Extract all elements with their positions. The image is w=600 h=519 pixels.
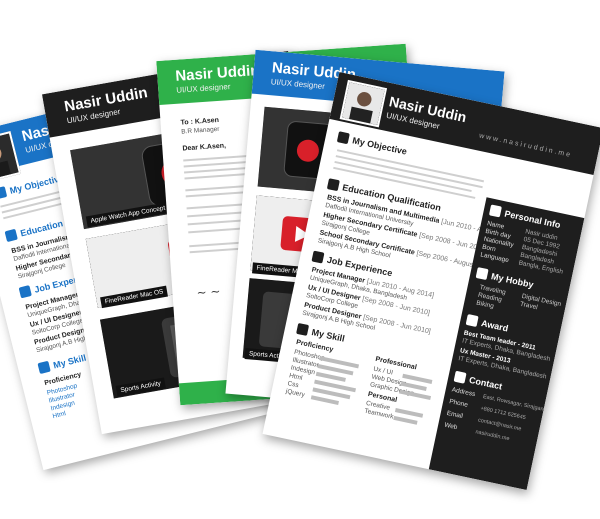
skill-item: Html <box>51 410 67 421</box>
briefcase-icon <box>18 285 32 299</box>
skill-bar <box>393 415 418 425</box>
signature: ~ ~ <box>196 284 221 300</box>
letter-greeting: Dear K.Asen, <box>182 142 227 153</box>
briefcase-icon <box>311 250 325 264</box>
skill-item: jQuery <box>285 387 306 399</box>
skill-item: Teamwork <box>363 407 395 421</box>
music-icon <box>475 267 489 281</box>
envelope-icon <box>453 370 467 384</box>
trophy-icon <box>465 313 479 328</box>
resume-collage: Nasir Uddin UI/UX designer My Objective … <box>0 0 600 519</box>
graduation-cap-icon <box>4 228 18 243</box>
avatar <box>339 79 388 128</box>
pencil-icon <box>37 360 51 375</box>
pencil-icon <box>296 322 310 336</box>
user-icon <box>0 186 8 200</box>
id-card-icon <box>488 204 502 218</box>
skill-bar <box>310 395 339 405</box>
graduation-cap-icon <box>326 178 340 192</box>
letter-position: B.R Manager <box>181 125 220 136</box>
user-icon <box>336 131 350 145</box>
